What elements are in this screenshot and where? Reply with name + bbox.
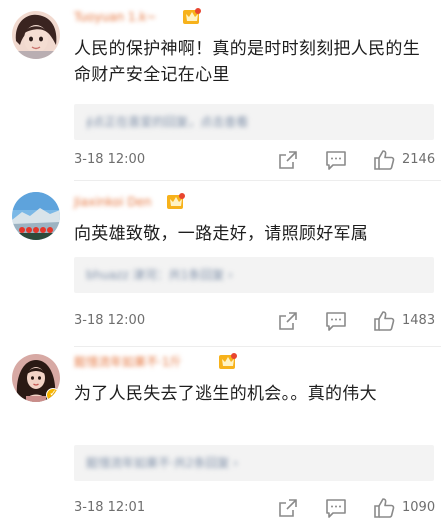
user-avatar[interactable] — [12, 192, 60, 240]
reply-preview[interactable]: 懿惜流年如果不·共2条回复 › — [74, 445, 434, 481]
comment-item-1: Tuoyuan 1.k~ 人民的保护神啊！真的是时时刻刻把人民的生命财产安全记在… — [0, 0, 441, 181]
like-count: 1483 — [402, 313, 436, 328]
like-icon[interactable] — [372, 309, 396, 333]
reply-preview-text: 懿惜流年如果不·共2条回复 › — [86, 456, 239, 470]
username[interactable]: 懿惜流年如果不·1斤 — [74, 354, 181, 370]
reply-preview[interactable]: bhuazz 津河：共1条回复 › — [74, 257, 434, 293]
comment-icon[interactable] — [324, 148, 348, 172]
vip-crown-icon — [166, 191, 186, 211]
timestamp: 3-18 12:01 — [74, 500, 146, 515]
comment-text: 向英雄致敬，一路走好，请照顾好军属 — [74, 224, 369, 244]
like-count: 2146 — [402, 152, 436, 167]
comment-meta: 3-18 12:00 1483 — [74, 309, 436, 333]
username[interactable]: Tuoyuan 1.k~ — [74, 9, 156, 25]
like-icon[interactable] — [372, 148, 396, 172]
like-count: 1090 — [402, 500, 436, 515]
comment-meta: 3-18 12:01 1090 — [74, 496, 436, 520]
comment-icon[interactable] — [324, 496, 348, 520]
comment-item-2: Jiaxinkoi Den 向英雄致敬，一路走好，请照顾好军属 bhuazz 津… — [0, 181, 441, 347]
comment-item-3: ✓ 懿惜流年如果不·1斤 为了人民失去了逃生的机会。。真的伟大 懿惜流年如果不·… — [0, 347, 441, 530]
like-icon[interactable] — [372, 496, 396, 520]
share-icon[interactable] — [276, 496, 300, 520]
comment-text: 为了人民失去了逃生的机会。。真的伟大 — [74, 384, 377, 404]
avatar-image — [12, 11, 60, 59]
timestamp: 3-18 12:00 — [74, 152, 146, 167]
verified-badge-icon: ✓ — [46, 388, 60, 402]
avatar-image — [12, 192, 60, 240]
comment-meta: 3-18 12:00 2146 — [74, 148, 436, 172]
username[interactable]: Jiaxinkoi Den — [74, 194, 152, 210]
vip-crown-icon — [218, 351, 238, 371]
reply-preview-text: bhuazz 津河：共1条回复 › — [86, 268, 233, 282]
reply-preview[interactable]: ∮点正在喜爱的回复，点击查看 — [74, 104, 434, 140]
vip-crown-icon — [182, 6, 202, 26]
user-avatar[interactable] — [12, 11, 60, 59]
user-avatar[interactable]: ✓ — [12, 354, 60, 402]
share-icon[interactable] — [276, 309, 300, 333]
comment-icon[interactable] — [324, 309, 348, 333]
reply-preview-text: ∮点正在喜爱的回复，点击查看 — [86, 115, 249, 129]
comment-text: 人民的保护神啊！真的是时时刻刻把人民的生命财产安全记在心里 — [74, 39, 420, 85]
timestamp: 3-18 12:00 — [74, 313, 146, 328]
share-icon[interactable] — [276, 148, 300, 172]
